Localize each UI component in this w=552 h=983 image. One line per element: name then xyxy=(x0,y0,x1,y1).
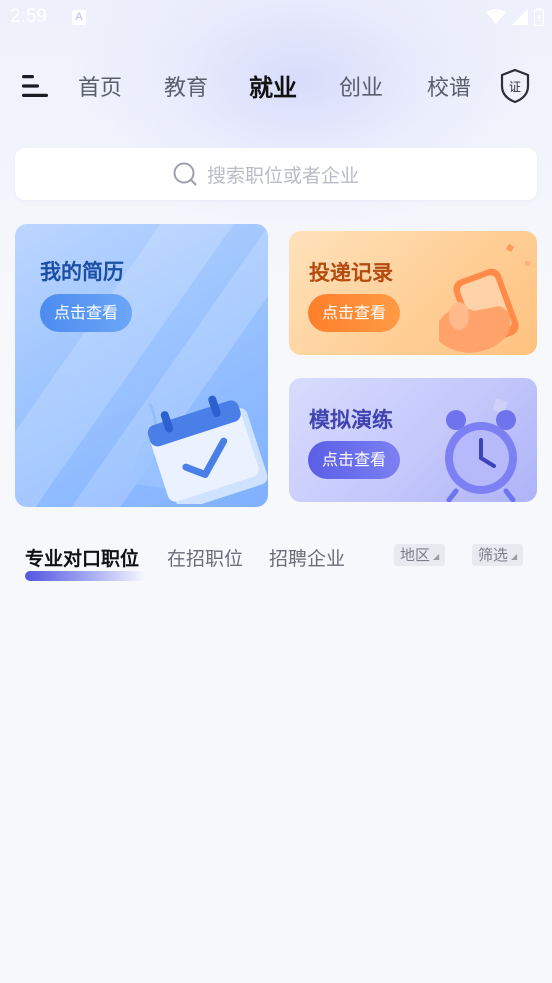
tab-hiring-companies[interactable]: 招聘企业 xyxy=(269,544,345,571)
practice-view-button[interactable]: 点击查看 xyxy=(308,441,400,479)
tab-entrepreneurship[interactable]: 创业 xyxy=(339,70,383,102)
top-navigation: 首页 教育 就业 创业 校谱 证 xyxy=(0,62,552,110)
battery-icon xyxy=(534,8,544,26)
phone-hand-icon xyxy=(439,243,530,353)
notification-icon: A xyxy=(72,10,86,25)
certificate-shield-icon[interactable]: 证 xyxy=(499,68,531,104)
search-bar[interactable]: 搜索职位或者企业 xyxy=(15,148,537,200)
region-filter[interactable]: 地区 ◢ xyxy=(394,544,446,566)
delivery-records-card[interactable]: 投递记录 点击查看 xyxy=(289,231,537,355)
practice-card-title: 模拟演练 xyxy=(309,408,393,432)
mock-practice-card[interactable]: 模拟演练 点击查看 xyxy=(289,378,537,502)
job-list-tabs: 专业对口职位 在招职位 招聘企业 地区 ◢ 筛选 ◢ xyxy=(0,538,552,588)
search-placeholder: 搜索职位或者企业 xyxy=(207,165,360,187)
active-tab-indicator xyxy=(25,571,144,581)
tab-employment[interactable]: 就业 xyxy=(249,68,297,103)
wifi-icon xyxy=(486,9,506,24)
resume-card[interactable]: 我的简历 点击查看 xyxy=(15,224,268,507)
search-icon xyxy=(173,162,197,186)
screen-filter-label: 筛选 xyxy=(478,546,509,564)
tab-home[interactable]: 首页 xyxy=(78,70,122,102)
status-bar: 2:59 A xyxy=(0,0,552,36)
cert-label: 证 xyxy=(509,80,521,94)
signal-icon xyxy=(512,9,528,25)
alarm-clock-icon xyxy=(445,398,517,502)
triangle-down-icon: ◢ xyxy=(511,552,518,561)
calendar-check-icon xyxy=(134,395,268,504)
tab-school-registry[interactable]: 校谱 xyxy=(427,70,471,102)
screen-filter[interactable]: 筛选 ◢ xyxy=(472,544,524,566)
delivery-view-button[interactable]: 点击查看 xyxy=(308,294,400,332)
tab-open-positions[interactable]: 在招职位 xyxy=(167,544,243,571)
status-time: 2:59 xyxy=(10,6,47,27)
resume-card-title: 我的简历 xyxy=(40,260,124,284)
status-indicators xyxy=(486,8,544,26)
region-filter-label: 地区 xyxy=(400,546,431,564)
menu-icon[interactable] xyxy=(20,73,50,99)
resume-view-button[interactable]: 点击查看 xyxy=(40,294,132,332)
tab-matching-positions[interactable]: 专业对口职位 xyxy=(25,544,139,571)
tab-education[interactable]: 教育 xyxy=(164,70,208,102)
delivery-card-title: 投递记录 xyxy=(309,261,393,285)
triangle-down-icon: ◢ xyxy=(433,552,440,561)
